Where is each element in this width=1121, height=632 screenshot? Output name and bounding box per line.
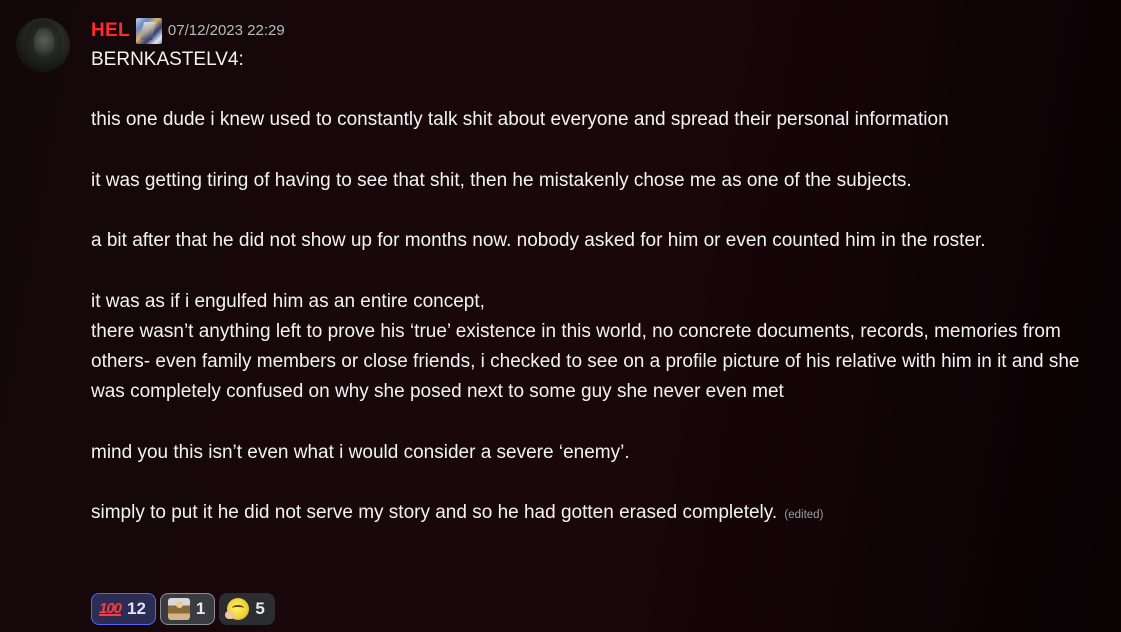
message-blank-line [91, 468, 1091, 498]
reaction-hundred-points[interactable]: 100 12 [91, 593, 156, 625]
message-line: there wasn’t anything left to prove his … [91, 320, 1085, 403]
user-avatar[interactable] [16, 18, 70, 72]
edited-indicator[interactable]: (edited) [784, 509, 823, 521]
message-header: HEL 07/12/2023 22:29 [91, 18, 285, 44]
reaction-count: 12 [127, 599, 146, 618]
reaction-count: 1 [195, 599, 206, 618]
message-content: BERNKASTELV4: this one dude i knew used … [91, 45, 1091, 530]
message-blank-line [91, 75, 1091, 105]
chat-message: HEL 07/12/2023 22:29 BERNKASTELV4: this … [0, 0, 1121, 632]
saluting-face-icon [225, 598, 250, 620]
message-line: it was as if i engulfed him as an entire… [91, 290, 485, 312]
person-at-computer-icon [167, 598, 190, 620]
hundred-points-icon: 100 [99, 600, 122, 617]
reaction-count: 5 [255, 599, 265, 618]
message-blank-line [91, 136, 1091, 166]
message-blank-line [91, 256, 1091, 286]
reaction-saluting-face[interactable]: 5 [219, 593, 275, 625]
message-last-line: simply to put it he did not serve my sto… [91, 498, 1091, 530]
message-line: simply to put it he did not serve my sto… [91, 502, 778, 524]
message-line: a bit after that he did not show up for … [91, 230, 986, 252]
message-line: mind you this isn’t even what i would co… [91, 441, 630, 463]
role-icon[interactable] [135, 18, 162, 44]
message-line: this one dude i knew used to constantly … [91, 109, 949, 131]
avatar-face-shape [34, 28, 54, 56]
message-blank-line [91, 196, 1091, 226]
message-blank-line [91, 407, 1091, 437]
reaction-person-at-computer[interactable]: 1 [159, 593, 216, 625]
message-line: BERNKASTELV4: [91, 49, 244, 70]
username[interactable]: HEL [91, 18, 130, 44]
message-timestamp: 07/12/2023 22:29 [167, 22, 285, 39]
reactions-bar: 100 12 1 5 [91, 593, 275, 625]
message-line: it was getting tiring of having to see t… [91, 169, 912, 191]
